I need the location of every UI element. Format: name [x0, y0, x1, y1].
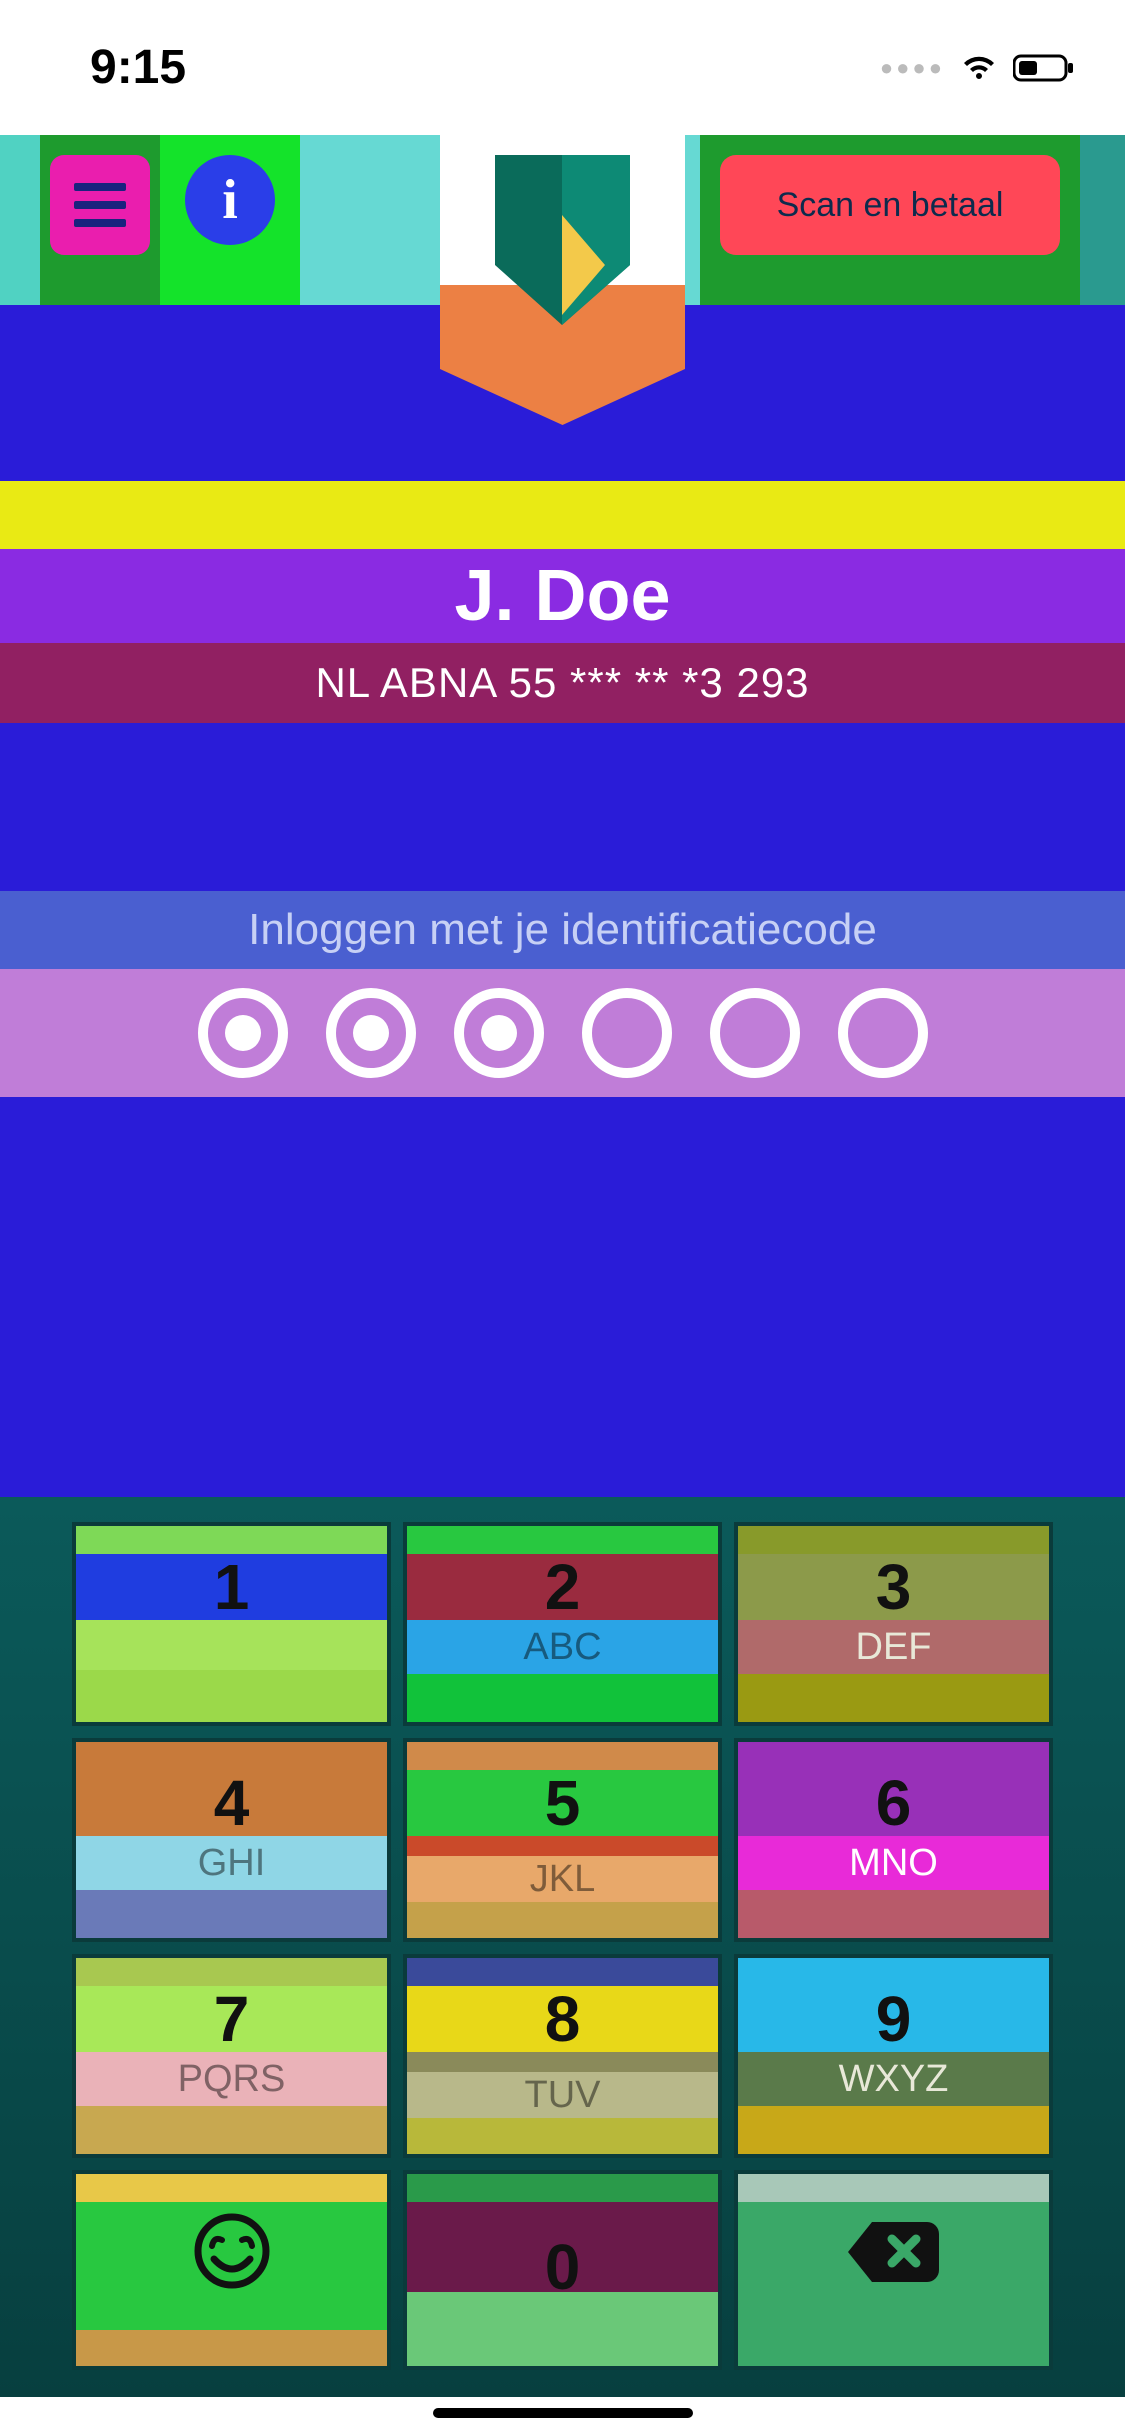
keypad-key-9[interactable]: 9WXYZ	[734, 1954, 1053, 2158]
face-id-icon	[192, 2211, 272, 2291]
key-letters: GHI	[198, 1842, 266, 1885]
keypad-biometric-button[interactable]	[72, 2170, 391, 2370]
scan-and-pay-button[interactable]: Scan en betaal	[720, 155, 1060, 255]
keypad-key-7[interactable]: 7PQRS	[72, 1954, 391, 2158]
key-digit: 5	[545, 1766, 581, 1840]
decorative-band	[0, 481, 1125, 549]
pin-dot	[582, 988, 672, 1078]
keypad-key-8[interactable]: 8 TUV	[403, 1954, 722, 2158]
shield-icon	[495, 155, 630, 325]
key-digit: 3	[876, 1550, 912, 1624]
pin-dot	[838, 988, 928, 1078]
key-letters: WXYZ	[839, 2058, 949, 2101]
keypad-area: 1 2ABC 3DEF 4GHI 5 JKL 6MNO 7PQRS	[0, 1497, 1125, 2397]
login-instruction-row: Inloggen met je identificatiecode	[0, 891, 1125, 969]
pin-dot	[454, 988, 544, 1078]
info-icon: i	[222, 168, 238, 232]
key-letters: JKL	[530, 1858, 595, 1901]
login-instruction: Inloggen met je identificatiecode	[248, 905, 877, 955]
key-digit: 6	[876, 1766, 912, 1840]
keypad-backspace-button[interactable]	[734, 2170, 1053, 2370]
hamburger-icon	[74, 183, 126, 227]
account-iban-row: NL ABNA 55 *** ** *3 293	[0, 643, 1125, 723]
key-letters: PQRS	[178, 2058, 286, 2101]
menu-button[interactable]	[50, 155, 150, 255]
backspace-icon	[844, 2217, 944, 2287]
key-digit: 7	[214, 1982, 250, 2056]
account-name-row: J. Doe	[0, 549, 1125, 643]
status-bar: 9:15 ●●●●	[0, 0, 1125, 135]
account-name: J. Doe	[454, 555, 670, 637]
key-digit: 2	[545, 1550, 581, 1624]
home-indicator	[433, 2408, 693, 2418]
key-digit: 1	[214, 1550, 250, 1624]
decorative-band	[0, 723, 1125, 891]
keypad-key-1[interactable]: 1	[72, 1522, 391, 1726]
key-letters: TUV	[525, 2074, 601, 2117]
key-letters: ABC	[523, 1626, 601, 1669]
key-letters: DEF	[856, 1626, 932, 1669]
account-iban: NL ABNA 55 *** ** *3 293	[315, 659, 809, 707]
status-time: 9:15	[90, 40, 186, 95]
signal-dots-icon: ●●●●	[880, 55, 945, 81]
keypad-key-3[interactable]: 3DEF	[734, 1522, 1053, 1726]
keypad-key-2[interactable]: 2ABC	[403, 1522, 722, 1726]
keypad-key-4[interactable]: 4GHI	[72, 1738, 391, 1942]
pin-dot	[326, 988, 416, 1078]
keypad-key-6[interactable]: 6MNO	[734, 1738, 1053, 1942]
key-digit: 4	[214, 1766, 250, 1840]
key-letters: MNO	[849, 1842, 938, 1885]
key-digit: 9	[876, 1982, 912, 2056]
decorative-band	[0, 1097, 1125, 1497]
battery-icon	[1013, 53, 1075, 83]
info-button[interactable]: i	[185, 155, 275, 245]
pin-dot	[710, 988, 800, 1078]
keypad-key-5[interactable]: 5 JKL	[403, 1738, 722, 1942]
keypad-key-0[interactable]: 0	[403, 2170, 722, 2370]
pin-indicator	[0, 969, 1125, 1097]
scan-and-pay-label: Scan en betaal	[777, 186, 1004, 225]
pin-dot	[198, 988, 288, 1078]
app-logo	[440, 135, 685, 425]
key-digit: 8	[545, 1982, 581, 2056]
wifi-icon	[959, 53, 999, 83]
